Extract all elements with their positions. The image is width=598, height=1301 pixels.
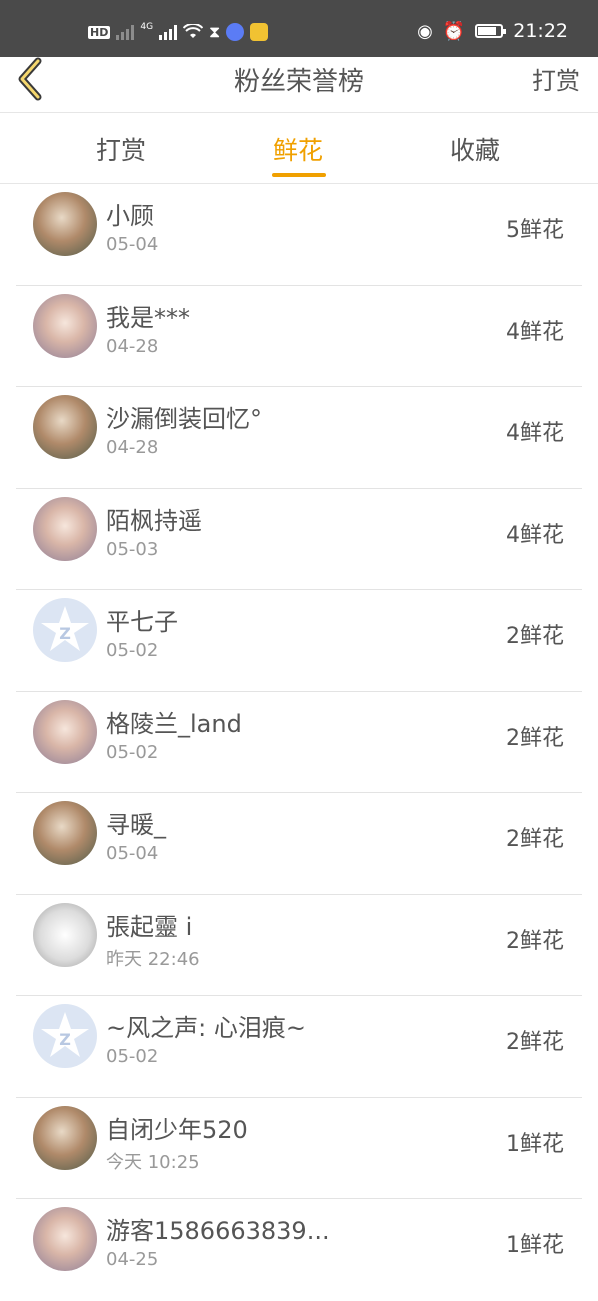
flower-count: 2鲜花 — [506, 827, 564, 852]
fan-row[interactable]: 寻暖_ 05-04 2鲜花 — [0, 793, 598, 895]
fan-row[interactable]: 格陵兰_land 05-02 2鲜花 — [0, 692, 598, 794]
fan-date: 05-02 — [106, 1046, 159, 1067]
fan-row[interactable]: Z 平七子 05-02 2鲜花 — [0, 590, 598, 692]
status-time: 21:22 — [513, 20, 568, 42]
wifi-icon — [182, 22, 204, 40]
avatar[interactable] — [33, 1207, 97, 1271]
hd-icon: HD — [88, 25, 111, 39]
eye-icon: ◉ — [417, 20, 433, 42]
fan-name: 陌枫持遥 — [106, 506, 202, 535]
fan-date: 05-02 — [106, 741, 159, 763]
fan-row[interactable]: 自闭少年520 今天 10:25 1鲜花 — [0, 1098, 598, 1200]
avatar[interactable] — [33, 293, 97, 358]
avatar[interactable] — [33, 395, 97, 459]
fan-date: 05-03 — [106, 538, 159, 560]
fan-name: ~风之声: 心泪痕~ — [106, 1014, 306, 1042]
fan-date: 04-28 — [106, 335, 159, 357]
fan-date: 05-02 — [106, 640, 159, 661]
default-avatar-icon[interactable]: Z — [33, 1004, 97, 1068]
status-left-indicators: HD 4G ⧗ — [88, 22, 269, 42]
signal-4g-icon — [159, 24, 178, 40]
fan-row[interactable]: Z ~风之声: 心泪痕~ 05-02 2鲜花 — [0, 996, 598, 1098]
fan-date: 05-04 — [106, 234, 159, 255]
fan-row[interactable]: 我是*** 04-28 4鲜花 — [0, 286, 598, 388]
flower-count: 2鲜花 — [506, 624, 564, 649]
fan-row[interactable]: 小顾 05-04 5鲜花 — [0, 184, 598, 286]
fan-name: 小顾 — [106, 202, 154, 230]
flower-count: 2鲜花 — [506, 725, 564, 751]
flower-count: 4鲜花 — [506, 319, 564, 345]
tab-reward[interactable]: 打赏 — [96, 131, 146, 167]
fan-name: 游客1586663839... — [106, 1217, 330, 1245]
flower-count: 4鲜花 — [506, 421, 564, 446]
fan-name: 張起靈 i — [106, 912, 193, 941]
avatar[interactable] — [33, 496, 97, 561]
fan-name: 寻暖_ — [106, 811, 166, 839]
fan-name: 自闭少年520 — [106, 1115, 248, 1144]
avatar[interactable] — [33, 801, 97, 865]
nav-bar: 粉丝荣誉榜 打赏 — [0, 57, 598, 113]
status-right-indicators: ◉ ⏰ 21:22 — [417, 20, 568, 42]
avatar[interactable] — [33, 902, 97, 967]
avatar[interactable] — [33, 699, 97, 764]
fan-date: 04-25 — [106, 1249, 159, 1270]
flower-count: 1鲜花 — [506, 1233, 564, 1258]
tab-bar: 打赏 鲜花 收藏 — [0, 113, 598, 184]
fan-row[interactable]: 游客1586663839... 04-25 1鲜花 — [0, 1199, 598, 1301]
fan-list: 小顾 05-04 5鲜花 我是*** 04-28 4鲜花 沙漏倒装回忆° 04-28 4鲜花 陌枫… — [0, 184, 598, 1301]
fan-row[interactable]: 陌枫持遥 05-03 4鲜花 — [0, 489, 598, 591]
fan-name: 沙漏倒装回忆° — [106, 405, 262, 433]
fan-date: 昨天 22:46 — [106, 948, 200, 970]
alarm-icon: ⏰ — [442, 20, 466, 42]
active-tab-indicator — [272, 173, 326, 177]
fan-name: 平七子 — [106, 608, 178, 636]
video-app-icon — [250, 23, 269, 41]
status-bar: HD 4G ⧗ ◉ ⏰ 21:22 — [0, 0, 598, 57]
svg-text:Z: Z — [59, 624, 71, 643]
flower-count: 2鲜花 — [506, 928, 564, 954]
flower-count: 4鲜花 — [506, 522, 564, 548]
music-app-icon — [226, 23, 245, 41]
fan-date: 05-04 — [106, 843, 159, 864]
fan-row[interactable]: 張起靈 i 昨天 22:46 2鲜花 — [0, 895, 598, 997]
hourglass-icon: ⧗ — [209, 22, 221, 41]
tab-favorites[interactable]: 收藏 — [450, 131, 500, 167]
fan-date: 今天 10:25 — [106, 1151, 200, 1173]
page-title: 粉丝荣誉榜 — [233, 67, 364, 97]
svg-text:Z: Z — [59, 1030, 71, 1049]
battery-icon — [475, 24, 507, 38]
fan-row[interactable]: 沙漏倒装回忆° 04-28 4鲜花 — [0, 387, 598, 489]
fan-name: 我是*** — [106, 303, 190, 332]
signal-icon — [116, 24, 135, 40]
flower-count: 5鲜花 — [506, 218, 564, 243]
fan-date: 04-28 — [106, 437, 159, 458]
flower-count: 2鲜花 — [506, 1030, 564, 1055]
avatar[interactable] — [33, 1105, 97, 1170]
default-avatar-icon[interactable]: Z — [33, 598, 97, 662]
signal-4g-label: 4G — [140, 22, 154, 32]
avatar[interactable] — [33, 192, 97, 256]
reward-button[interactable]: 打赏 — [532, 61, 580, 96]
fan-name: 格陵兰_land — [106, 709, 242, 738]
tab-flowers[interactable]: 鲜花 — [273, 131, 323, 167]
flower-count: 1鲜花 — [506, 1131, 564, 1157]
